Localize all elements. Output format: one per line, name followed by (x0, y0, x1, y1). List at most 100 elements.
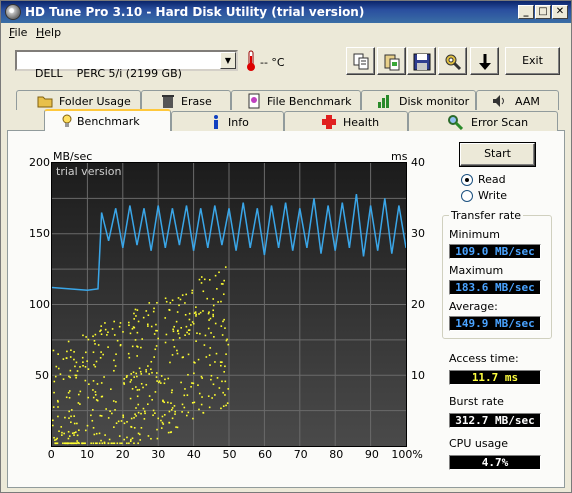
access-time-point (203, 278, 206, 281)
access-time-point (66, 350, 68, 353)
access-time-point (222, 293, 225, 296)
tab-benchmark[interactable]: Benchmark (44, 109, 171, 131)
access-time-point (179, 298, 182, 301)
options-button[interactable] (438, 47, 467, 75)
access-time-point (181, 411, 183, 413)
access-time-point (86, 424, 89, 427)
access-time-point (136, 331, 139, 334)
access-time-point (54, 442, 57, 445)
access-time-point (70, 415, 72, 418)
access-time-point (176, 311, 179, 313)
access-time-point (111, 328, 114, 330)
copy-screenshot-button[interactable] (377, 47, 406, 75)
access-time-point (214, 394, 216, 396)
x-tick: 40 (186, 448, 201, 461)
close-button[interactable]: ✕ (552, 5, 568, 19)
access-time-point (65, 357, 68, 359)
access-time-point (63, 432, 65, 435)
access-time-point (216, 288, 218, 290)
title-bar[interactable]: HD Tune Pro 3.10 - Hard Disk Utility (tr… (1, 1, 571, 23)
tab-erase[interactable]: Erase (141, 90, 231, 110)
write-radio-label[interactable]: Write (478, 189, 507, 202)
access-time-point (220, 300, 222, 303)
x-tick: 50 (222, 448, 237, 461)
tab-error-scan[interactable]: Error Scan (408, 111, 558, 131)
access-time-point (82, 364, 84, 367)
access-time-point (138, 367, 141, 370)
access-time-point (135, 386, 137, 388)
access-time-point (210, 374, 213, 377)
menu-help[interactable]: Help (36, 26, 61, 39)
access-time-point (173, 405, 176, 407)
access-time-point (148, 373, 150, 375)
tab-info[interactable]: Info (171, 111, 284, 131)
y-left-tick: 200 (29, 156, 50, 169)
access-time-point (146, 323, 149, 326)
access-time-point (100, 333, 103, 336)
access-time-point (193, 372, 195, 375)
tab-file-benchmark[interactable]: File Benchmark (231, 90, 361, 110)
access-time-point (145, 310, 148, 312)
x-tick: 70 (293, 448, 308, 461)
access-time-point (123, 383, 126, 385)
access-time-point (128, 321, 130, 324)
download-button[interactable] (470, 47, 499, 75)
access-time-point (137, 442, 139, 445)
access-time-point (111, 412, 113, 415)
average-label: Average: (449, 300, 498, 313)
exit-button[interactable]: Exit (505, 47, 560, 75)
access-time-point (110, 442, 113, 445)
access-time-point (67, 391, 70, 394)
access-time-point (113, 320, 115, 323)
read-radio[interactable] (461, 174, 473, 186)
folder-icon (37, 96, 53, 108)
access-time-point (67, 430, 70, 433)
copy-text-button[interactable] (346, 47, 375, 75)
access-time-point (98, 442, 101, 445)
speaker-icon (493, 95, 504, 107)
tab-health[interactable]: Health (284, 111, 408, 131)
tab-folder-usage[interactable]: Folder Usage (16, 90, 141, 110)
chevron-down-icon[interactable]: ▼ (220, 52, 236, 69)
menu-file[interactable]: File (9, 26, 27, 39)
access-time-point (107, 442, 110, 445)
access-time-point (178, 304, 180, 307)
drive-select[interactable]: DELL PERC 5/i (2199 GB) ▼ (15, 50, 238, 80)
access-time-point (68, 396, 71, 399)
access-time-point (164, 341, 167, 344)
access-time-point (122, 331, 124, 333)
window-title: HD Tune Pro 3.10 - Hard Disk Utility (tr… (25, 5, 365, 19)
access-time-point (64, 416, 66, 419)
access-time-point (217, 301, 219, 303)
access-time-point (56, 399, 59, 402)
access-time-point (133, 376, 136, 378)
access-time-point (92, 389, 94, 391)
trial-watermark: trial version (56, 165, 122, 178)
access-time-point (219, 361, 222, 363)
start-button[interactable]: Start (460, 143, 535, 166)
access-time-point (172, 339, 175, 341)
access-time-point (93, 340, 96, 342)
save-button[interactable] (407, 47, 436, 75)
read-radio-label[interactable]: Read (478, 173, 506, 186)
access-time-point (76, 440, 78, 442)
access-time-point (145, 369, 147, 371)
access-time-point (170, 409, 173, 411)
minimize-button[interactable]: _ (518, 5, 534, 19)
access-time-point (208, 354, 211, 357)
access-time-point (73, 415, 75, 417)
access-time-point (58, 430, 60, 433)
access-time-point (160, 427, 163, 429)
access-time-point (156, 329, 158, 332)
write-radio[interactable] (461, 190, 473, 202)
tab-disk-monitor[interactable]: Disk monitor (361, 90, 476, 110)
access-time-point (192, 382, 195, 385)
maximize-button[interactable]: □ (535, 5, 551, 19)
tab-aam[interactable]: AAM (476, 90, 559, 110)
access-time-point (90, 442, 92, 445)
access-time-point (176, 352, 179, 355)
access-time-point (73, 422, 76, 425)
access-time-point (79, 403, 81, 405)
access-time-point (76, 434, 79, 437)
access-time-point (126, 436, 128, 439)
